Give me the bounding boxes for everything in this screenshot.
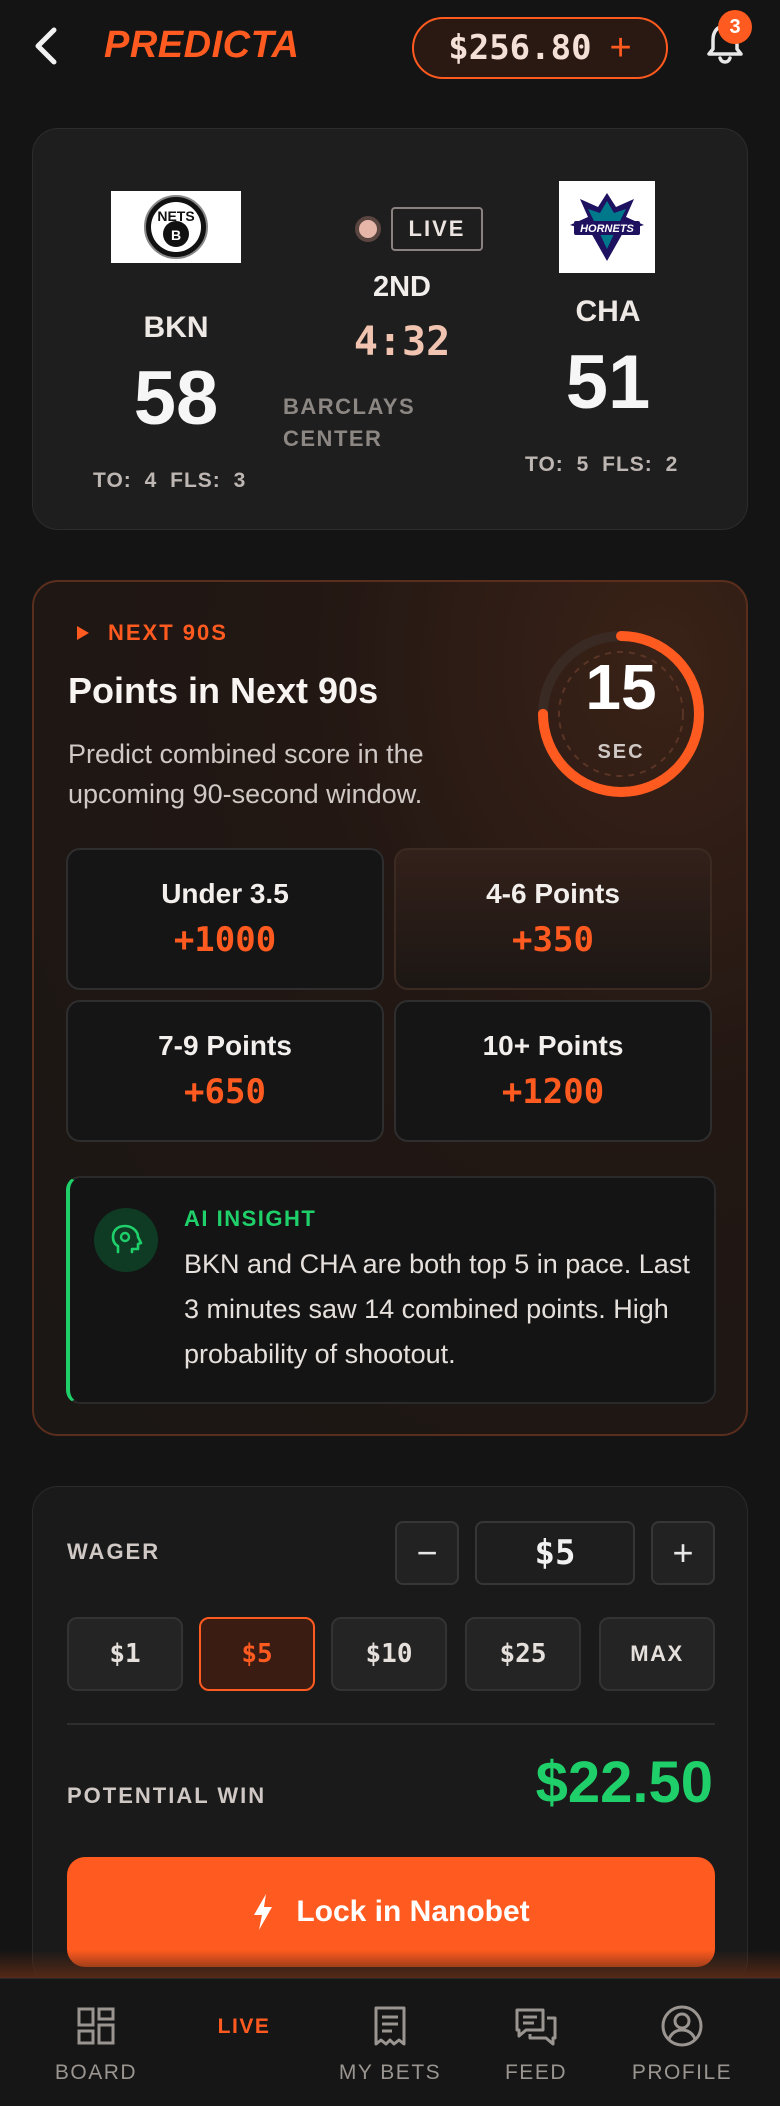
lock-in-label: Lock in Nanobet — [296, 1895, 530, 1928]
hornets-logo-mark: HORNETS — [570, 193, 644, 261]
decrease-wager-button[interactable]: − — [395, 1521, 459, 1585]
chip-max[interactable]: MAX — [599, 1617, 715, 1691]
ai-brain-icon — [94, 1208, 158, 1272]
option-odds: +350 — [512, 920, 594, 960]
chip-1[interactable]: $1 — [67, 1617, 183, 1691]
nav-board[interactable]: BOARD — [18, 1979, 174, 2106]
home-team-stats: TO: 4 FLS: 3 — [93, 469, 247, 492]
nav-label: FEED — [504, 2061, 567, 2084]
notification-badge: 3 — [718, 10, 752, 44]
chip-10[interactable]: $10 — [331, 1617, 447, 1691]
home-team-score: 58 — [133, 356, 219, 441]
live-status-badge: LIVE — [391, 207, 483, 251]
option-label: Under 3.5 — [161, 878, 289, 909]
app-logo: PREDICTA — [104, 24, 300, 66]
home-team-abbr: BKN — [143, 311, 209, 344]
away-team-abbr: CHA — [575, 295, 641, 328]
option-4-6-points[interactable]: 4-6 Points +350 — [394, 848, 712, 990]
nav-label: PROFILE — [631, 2061, 733, 2084]
away-team-stats: TO: 5 FLS: 2 — [525, 453, 679, 476]
balance-amount: $256.80 — [448, 28, 592, 68]
game-clock: 4:32 — [353, 319, 451, 365]
potential-win-label: POTENTIAL WIN — [67, 1783, 267, 1808]
market-card: NEXT 90S Points in Next 90s Predict comb… — [32, 580, 748, 1436]
nets-logo-mark: NETS B — [144, 195, 208, 259]
grid-icon — [77, 2007, 115, 2045]
chip-25[interactable]: $25 — [465, 1617, 581, 1691]
divider — [67, 1723, 715, 1725]
market-title: Points in Next 90s — [68, 670, 379, 711]
option-odds: +1000 — [173, 920, 277, 960]
nav-label: LIVE — [217, 2015, 271, 2038]
user-icon — [661, 2005, 703, 2047]
nav-label: MY BETS — [338, 2061, 442, 2084]
option-10-plus-points[interactable]: 10+ Points +1200 — [394, 1000, 712, 1142]
countdown-timer: 15 SEC — [534, 627, 708, 801]
top-bar: PREDICTA $256.80 + 3 — [0, 0, 780, 100]
game-quarter: 2ND — [372, 271, 431, 303]
option-label: 4-6 Points — [486, 878, 620, 909]
market-description: Predict combined score in the upcoming 9… — [68, 739, 424, 809]
potential-win-value: $22.50 — [535, 1750, 713, 1815]
ai-insight-panel: AI INSIGHT BKN and CHA are both top 5 in… — [66, 1176, 716, 1404]
svg-text:HORNETS: HORNETS — [580, 223, 634, 235]
play-icon — [77, 626, 89, 640]
market-tag-label: NEXT 90S — [108, 620, 228, 645]
receipt-icon — [374, 2006, 406, 2046]
venue-name: BARCLAYS CENTER — [283, 394, 416, 451]
lightning-icon — [254, 1894, 273, 1930]
wager-amount-field[interactable]: $5 — [475, 1521, 635, 1585]
nav-my-bets[interactable]: MY BETS — [312, 1979, 468, 2106]
back-button[interactable] — [26, 22, 66, 70]
countdown-unit: SEC — [597, 741, 645, 763]
nav-profile[interactable]: PROFILE — [604, 1979, 760, 2106]
nets-logo: NETS B — [111, 191, 241, 263]
option-7-9-points[interactable]: 7-9 Points +650 — [66, 1000, 384, 1142]
chat-icon — [515, 2008, 557, 2046]
countdown-value: 15 — [585, 651, 657, 723]
nav-live[interactable]: LIVE — [166, 1979, 322, 2106]
wager-card: WAGER − $5 + $1 $5 $10 $25 MAX POTENTIAL… — [32, 1486, 748, 1986]
nav-label: BOARD — [54, 2061, 138, 2084]
hornets-logo: HORNETS — [559, 181, 655, 273]
nav-feed[interactable]: FEED — [458, 1979, 614, 2106]
market-tag: NEXT 90S — [76, 620, 228, 646]
nav-glow — [0, 1950, 780, 1980]
live-indicator-dot — [355, 216, 381, 242]
add-funds-icon: + — [609, 27, 632, 69]
away-team-score: 51 — [565, 340, 651, 425]
option-odds: +1200 — [501, 1072, 605, 1112]
increase-wager-button[interactable]: + — [651, 1521, 715, 1585]
chip-5[interactable]: $5 — [199, 1617, 315, 1691]
ai-insight-tag: AI INSIGHT — [184, 1206, 317, 1231]
svg-text:B: B — [171, 227, 181, 243]
wager-label: WAGER — [67, 1539, 161, 1564]
scoreboard-card: NETS B BKN 58 TO: 4 FLS: 3 LIVE 2ND 4:32… — [32, 128, 748, 530]
head-gear-glyph — [111, 1224, 143, 1254]
chevron-left-icon — [35, 27, 57, 65]
bottom-nav: BOARD LIVE MY BETS FEED PROFILE — [0, 1978, 780, 2106]
option-label: 7-9 Points — [158, 1030, 292, 1061]
svg-text:NETS: NETS — [157, 208, 194, 224]
balance-button[interactable]: $256.80 + — [412, 17, 668, 79]
option-odds: +650 — [184, 1072, 266, 1112]
ai-insight-text: BKN and CHA are both top 5 in pace. Last… — [184, 1249, 690, 1369]
option-label: 10+ Points — [482, 1030, 624, 1061]
option-under-3-5[interactable]: Under 3.5 +1000 — [66, 848, 384, 990]
